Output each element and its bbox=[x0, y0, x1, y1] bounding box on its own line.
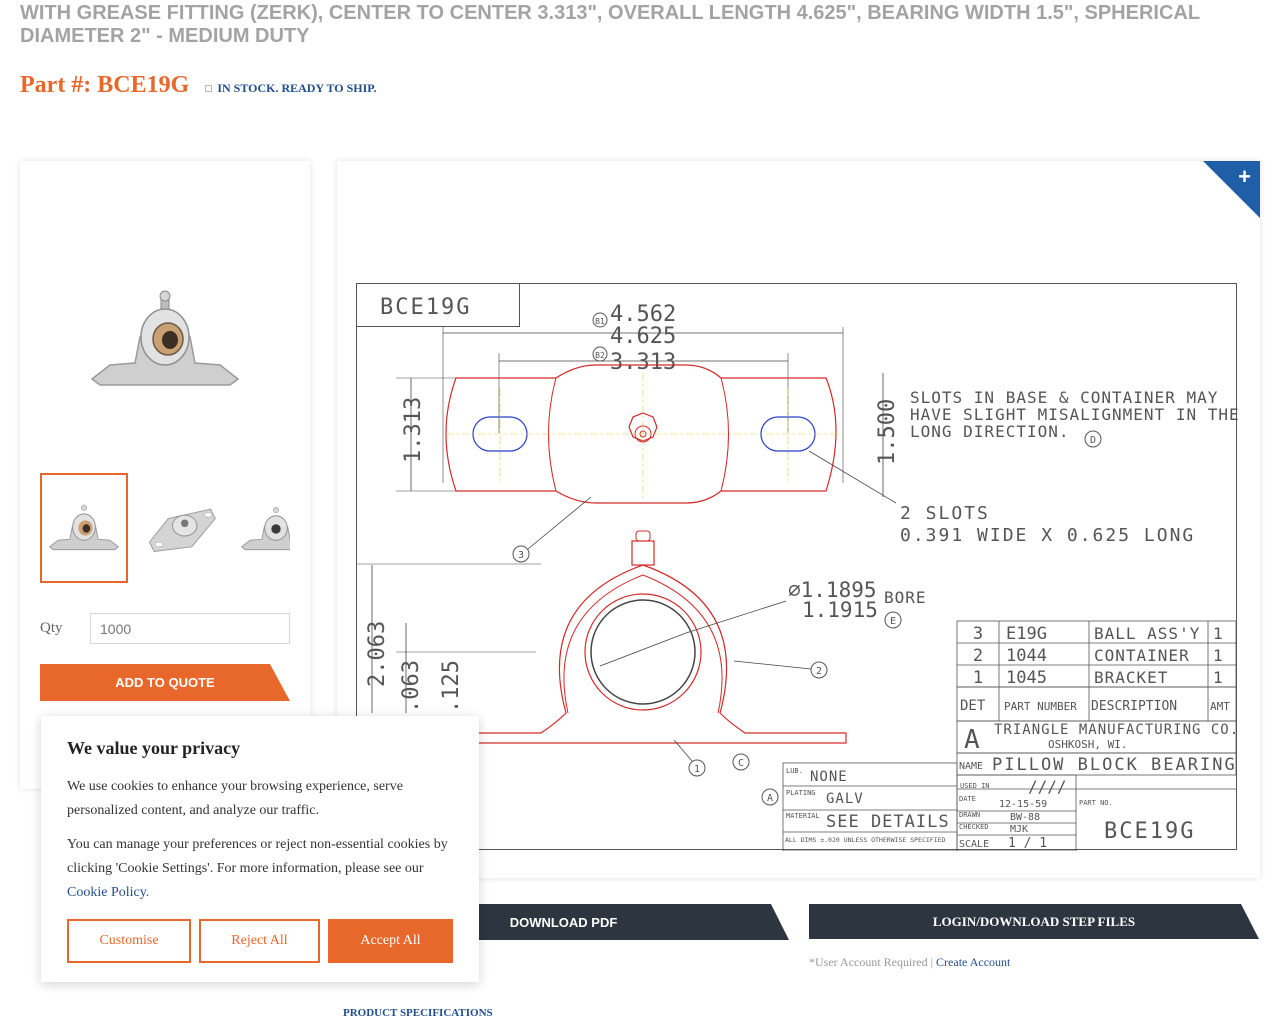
company-name: TRIANGLE MANUFACTURING CO. bbox=[994, 722, 1238, 738]
part-no-label: PART NO. bbox=[1079, 799, 1113, 807]
cookie-title: We value your privacy bbox=[67, 738, 241, 758]
bom-row1-amt: 1 bbox=[1213, 624, 1223, 643]
callout-e: E bbox=[890, 616, 896, 627]
stock-status-text: IN STOCK. READY TO SHIP. bbox=[217, 81, 377, 95]
lub-label: LUB. bbox=[786, 767, 803, 775]
zoom-button[interactable]: + bbox=[1203, 161, 1260, 218]
part-number-row: Part #: BCE19G IN STOCK. READY TO SHIP. bbox=[20, 72, 376, 99]
reject-all-button[interactable]: Reject All bbox=[199, 919, 320, 963]
date-label: DATE bbox=[959, 795, 976, 803]
dim-bore-label: BORE bbox=[884, 588, 927, 607]
download-step-button[interactable]: LOGIN/DOWNLOAD STEP FILES bbox=[809, 904, 1259, 939]
part-number: Part #: BCE19G bbox=[20, 72, 190, 98]
product-main-image[interactable] bbox=[80, 279, 250, 399]
bom-row1-det: 3 bbox=[973, 624, 983, 644]
callout-1: 1 bbox=[694, 764, 700, 775]
scale-label: SCALE bbox=[959, 839, 989, 850]
create-account-link[interactable]: Create Account bbox=[936, 955, 1010, 969]
bom-row1-part: E19G bbox=[1006, 624, 1047, 644]
bom-header-amt: AMT bbox=[1210, 700, 1230, 713]
callout-2: 2 bbox=[816, 666, 822, 677]
add-to-quote-button[interactable]: ADD TO QUOTE bbox=[40, 664, 290, 701]
svg-text:A: A bbox=[964, 725, 980, 755]
bom-row2-desc: CONTAINER bbox=[1094, 646, 1190, 665]
used-in-label: USED IN bbox=[960, 782, 990, 790]
tab-product-specifications[interactable]: PRODUCT SPECIFICATIONS bbox=[343, 1007, 493, 1019]
qty-input[interactable] bbox=[90, 613, 290, 644]
product-title: WITH GREASE FITTING (ZERK), CENTER TO CE… bbox=[20, 2, 1200, 47]
cookie-body-2-text: You can manage your preferences or rejec… bbox=[67, 837, 448, 876]
drawn-label: DRAWN bbox=[959, 811, 980, 819]
product-gallery-card: Qty ADD TO QUOTE bbox=[20, 161, 310, 789]
thumbnail-1[interactable] bbox=[40, 473, 128, 583]
checked-value: MJK bbox=[1010, 824, 1028, 835]
note-line3: LONG DIRECTION. bbox=[910, 422, 1070, 441]
customise-button[interactable]: Customise bbox=[67, 919, 191, 963]
thumbnail-2[interactable] bbox=[136, 473, 224, 583]
callout-b1: B1 bbox=[595, 317, 605, 326]
scale-value: 1 / 1 bbox=[1008, 836, 1047, 851]
material-label: MATERIAL bbox=[786, 812, 820, 820]
dim-c2c: 3.313 bbox=[610, 350, 676, 375]
part-no-value: BCE19G bbox=[1104, 819, 1195, 844]
drawn-value: BW-88 bbox=[1010, 812, 1040, 823]
callout-3: 3 bbox=[518, 550, 524, 561]
tolerance-note: ALL DIMS ±.020 UNLESS OTHERWISE SPECIFIE… bbox=[785, 836, 946, 844]
accept-all-button[interactable]: Accept All bbox=[328, 919, 453, 963]
plating-value: GALV bbox=[826, 791, 864, 807]
cookie-policy-link[interactable]: Cookie Policy. bbox=[67, 885, 149, 900]
bom-row2-det: 2 bbox=[973, 646, 983, 666]
cookie-body-1: We use cookies to enhance your browsing … bbox=[67, 779, 403, 818]
date-value: 12-15-59 bbox=[999, 799, 1047, 810]
bom-row3-desc: BRACKET bbox=[1094, 668, 1168, 687]
company-city: OSHKOSH, WI. bbox=[1048, 738, 1127, 751]
bom-row2-part: 1044 bbox=[1006, 646, 1047, 666]
thumbnail-strip bbox=[40, 473, 290, 583]
plus-icon: + bbox=[1238, 164, 1251, 189]
bom-row3-part: 1045 bbox=[1006, 668, 1047, 688]
bom-row3-amt: 1 bbox=[1213, 668, 1223, 687]
cookie-body-2: You can manage your preferences or rejec… bbox=[67, 833, 453, 905]
dim-v3: .125 bbox=[439, 660, 464, 713]
dim-v2: .063 bbox=[399, 660, 424, 713]
lub-value: NONE bbox=[810, 769, 848, 785]
cookie-consent-banner: We value your privacy We use cookies to … bbox=[41, 716, 479, 982]
callout-a: A bbox=[767, 793, 773, 804]
callout-b2: B2 bbox=[595, 351, 605, 360]
name-label: NAME bbox=[959, 761, 983, 772]
checked-label: CHECKED bbox=[959, 823, 989, 831]
material-value: SEE DETAILS bbox=[826, 812, 950, 832]
qty-label: Qty bbox=[40, 620, 63, 636]
note-slots1: 2 SLOTS bbox=[900, 503, 990, 524]
bom-header-det: DET bbox=[960, 698, 986, 714]
note-slots2: 0.391 WIDE X 0.625 LONG bbox=[900, 525, 1195, 546]
cookie-buttons: Customise Reject All Accept All bbox=[67, 919, 453, 963]
bom-row3-det: 1 bbox=[973, 668, 983, 688]
dim-h1: 1.313 bbox=[401, 397, 426, 463]
dim-h2: 1.500 bbox=[875, 399, 900, 465]
technical-drawing[interactable]: BCE19G B1 B2 4.562 4.625 3.313 1.313 1.5… bbox=[356, 283, 1238, 851]
stock-check-icon bbox=[205, 85, 213, 92]
dim-v1: 2.063 bbox=[365, 621, 390, 687]
dim-b2: 4.625 bbox=[610, 324, 676, 349]
stock-status: IN STOCK. READY TO SHIP. bbox=[205, 81, 376, 96]
bom-row1-desc: BALL ASS'Y bbox=[1094, 624, 1200, 643]
dim-bore2: 1.1915 bbox=[802, 598, 878, 622]
account-required-text: *User Account Required | bbox=[809, 955, 937, 969]
callout-c: C bbox=[738, 758, 744, 769]
drawing-part-box: BCE19G bbox=[380, 295, 471, 320]
callout-d: D bbox=[1090, 435, 1096, 446]
bom-row2-amt: 1 bbox=[1213, 646, 1223, 665]
drawing-name: PILLOW BLOCK BEARING bbox=[992, 755, 1237, 775]
used-in-value: //// bbox=[1028, 777, 1067, 796]
account-required-note: *User Account Required | Create Account bbox=[809, 955, 1010, 970]
bom-header-desc: DESCRIPTION bbox=[1091, 699, 1177, 714]
thumbnail-3[interactable] bbox=[232, 473, 290, 583]
bom-header-part: PART NUMBER bbox=[1004, 700, 1077, 713]
plating-label: PLATING bbox=[786, 789, 816, 797]
